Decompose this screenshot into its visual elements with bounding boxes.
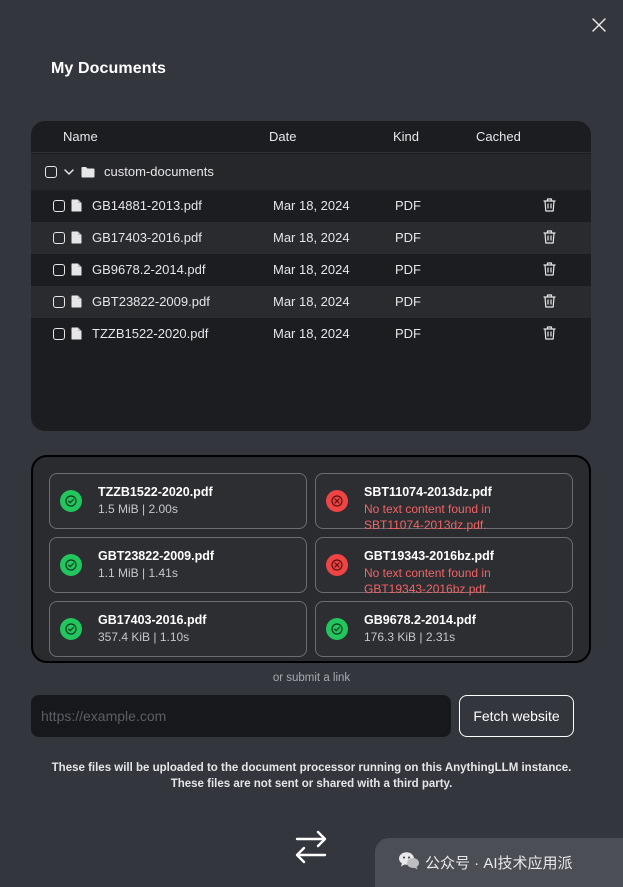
file-icon [71, 199, 82, 215]
file-checkbox[interactable] [53, 264, 65, 276]
column-date: Date [269, 129, 297, 144]
page-title: My Documents [51, 60, 166, 77]
upload-notice-line-2: These files are not sent or shared with … [170, 778, 453, 790]
upload-card-success: GBT23822-2009.pdf 1.1 MiB | 1.41s [49, 537, 307, 593]
table-header: Name Date Kind Cached [31, 121, 591, 153]
upload-notice-line-1: These files will be uploaded to the docu… [51, 762, 572, 774]
or-submit-link-label: or submit a link [272, 672, 351, 684]
trash-icon[interactable] [543, 294, 556, 311]
file-name: GB17403-2016.pdf [92, 230, 202, 245]
file-checkbox[interactable] [53, 328, 65, 340]
swap-arrows-button[interactable] [292, 830, 330, 869]
file-row[interactable]: TZZB1522-2020.pdf Mar 18, 2024 PDF [31, 318, 591, 350]
url-input[interactable] [31, 695, 451, 737]
file-kind: PDF [395, 198, 421, 213]
file-checkbox[interactable] [53, 232, 65, 244]
document-table: Name Date Kind Cached custom-documents G… [31, 121, 591, 431]
upload-file-name: TZZB1522-2020.pdf [98, 485, 213, 499]
file-name: GB9678.2-2014.pdf [92, 262, 206, 277]
swap-arrows-icon [295, 830, 327, 864]
upload-file-name: GB9678.2-2014.pdf [364, 613, 476, 627]
upload-file-meta: 176.3 KiB | 2.31s [364, 630, 456, 644]
upload-card-error: SBT11074-2013dz.pdf No text content foun… [315, 473, 573, 532]
file-checkbox[interactable] [53, 296, 65, 308]
file-date: Mar 18, 2024 [273, 294, 350, 309]
file-name: GB14881-2013.pdf [92, 198, 202, 213]
upload-file-meta: 1.1 MiB | 1.41s [98, 566, 178, 580]
trash-icon[interactable] [543, 326, 556, 343]
file-row[interactable]: GB17403-2016.pdf Mar 18, 2024 PDF [31, 222, 591, 254]
folder-checkbox[interactable] [45, 166, 57, 178]
folder-icon [81, 165, 95, 183]
upload-results-panel[interactable]: TZZB1522-2020.pdf 1.5 MiB | 2.00s SBT110… [31, 455, 591, 663]
upload-card-success: TZZB1522-2020.pdf 1.5 MiB | 2.00s [49, 473, 307, 529]
upload-file-name: SBT11074-2013dz.pdf [364, 485, 492, 499]
file-date: Mar 18, 2024 [273, 326, 350, 341]
file-checkbox[interactable] [53, 200, 65, 212]
check-circle-icon [60, 618, 82, 640]
close-icon [592, 18, 606, 32]
trash-icon[interactable] [543, 198, 556, 215]
trash-icon[interactable] [543, 262, 556, 279]
upload-card-success: GB17403-2016.pdf 357.4 KiB | 1.10s [49, 601, 307, 657]
file-kind: PDF [395, 262, 421, 277]
file-date: Mar 18, 2024 [273, 262, 350, 277]
upload-file-meta: 357.4 KiB | 1.10s [98, 630, 190, 644]
file-kind: PDF [395, 326, 421, 341]
folder-row-custom-documents[interactable]: custom-documents [31, 154, 591, 190]
watermark-text: 公众号 · AI技术应用派 [425, 855, 573, 872]
upload-error-message: No text content found in SBT11074-2013dz.… [364, 502, 491, 532]
file-row[interactable]: GB14881-2013.pdf Mar 18, 2024 PDF [31, 190, 591, 222]
error-circle-icon [326, 490, 348, 512]
column-kind: Kind [393, 129, 420, 144]
upload-file-name: GB17403-2016.pdf [98, 613, 207, 627]
file-kind: PDF [395, 294, 421, 309]
column-name: Name [63, 129, 98, 144]
error-circle-icon [326, 554, 348, 576]
check-circle-icon [60, 554, 82, 576]
upload-file-name: GBT23822-2009.pdf [98, 549, 215, 563]
file-kind: PDF [395, 230, 421, 245]
upload-error-message: No text content found in GBT19343-2016bz.… [364, 566, 491, 596]
chevron-down-icon[interactable] [63, 165, 75, 183]
watermark: 公众号 · AI技术应用派 [375, 838, 623, 887]
file-icon [71, 263, 82, 279]
check-circle-icon [326, 618, 348, 640]
file-icon [71, 327, 82, 343]
file-icon [71, 295, 82, 311]
file-name: GBT23822-2009.pdf [92, 294, 210, 309]
file-date: Mar 18, 2024 [273, 198, 350, 213]
close-button[interactable] [588, 14, 610, 36]
file-icon [71, 231, 82, 247]
file-row[interactable]: GB9678.2-2014.pdf Mar 18, 2024 PDF [31, 254, 591, 286]
file-date: Mar 18, 2024 [273, 230, 350, 245]
fetch-website-button[interactable]: Fetch website [459, 695, 574, 737]
file-name: TZZB1522-2020.pdf [92, 326, 209, 341]
file-row[interactable]: GBT23822-2009.pdf Mar 18, 2024 PDF [31, 286, 591, 318]
upload-card-error: GBT19343-2016bz.pdf No text content foun… [315, 537, 573, 596]
upload-file-meta: 1.5 MiB | 2.00s [98, 502, 178, 516]
upload-card-success: GB9678.2-2014.pdf 176.3 KiB | 2.31s [315, 601, 573, 657]
column-cached: Cached [476, 129, 521, 144]
wechat-icon [398, 851, 420, 875]
upload-file-name: GBT19343-2016bz.pdf [364, 549, 494, 563]
check-circle-icon [60, 490, 82, 512]
folder-name: custom-documents [104, 164, 214, 179]
trash-icon[interactable] [543, 230, 556, 247]
